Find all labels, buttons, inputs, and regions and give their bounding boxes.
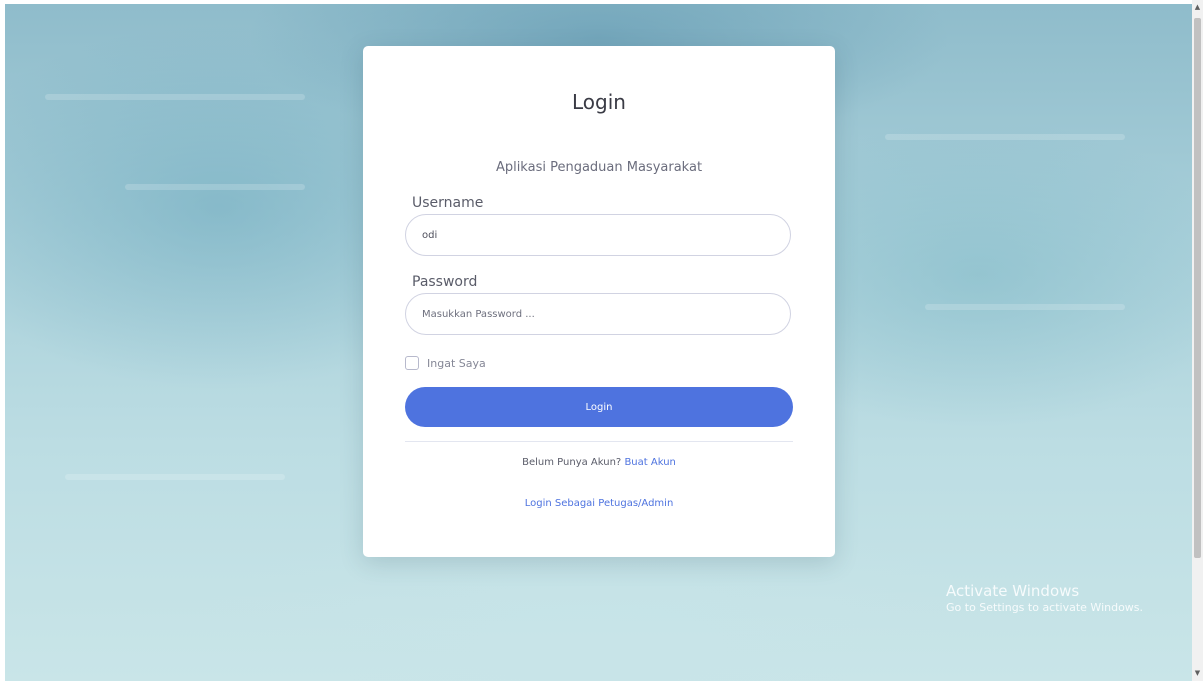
watermark-title: Activate Windows	[946, 582, 1080, 600]
background-streak	[125, 184, 305, 190]
remember-me[interactable]: Ingat Saya	[405, 355, 486, 371]
background-streak	[885, 134, 1125, 140]
login-card: Login Aplikasi Pengaduan Masyarakat User…	[363, 46, 835, 557]
watermark-subtitle: Go to Settings to activate Windows.	[946, 601, 1144, 614]
register-prompt-text: Belum Punya Akun?	[522, 457, 622, 468]
admin-login-row: Login Sebagai Petugas/Admin	[363, 498, 835, 509]
password-input[interactable]	[405, 293, 791, 335]
divider	[405, 441, 793, 442]
remember-label: Ingat Saya	[427, 356, 486, 370]
register-prompt: Belum Punya Akun? Buat Akun	[363, 457, 835, 468]
page-title: Login	[572, 90, 626, 114]
background-streak	[65, 474, 285, 480]
background-streak	[45, 94, 305, 100]
remember-checkbox[interactable]	[405, 356, 419, 370]
username-label: Username	[412, 195, 484, 211]
scroll-down-icon[interactable]: ▼	[1192, 668, 1203, 678]
scrollbar-thumb[interactable]	[1194, 18, 1201, 558]
create-account-link[interactable]: Buat Akun	[624, 457, 675, 468]
password-label: Password	[412, 274, 478, 290]
username-input[interactable]	[405, 214, 791, 256]
scroll-up-icon[interactable]: ▲	[1192, 2, 1203, 12]
page-background: Login Aplikasi Pengaduan Masyarakat User…	[5, 4, 1192, 681]
admin-login-link[interactable]: Login Sebagai Petugas/Admin	[525, 498, 674, 509]
login-button[interactable]: Login	[405, 387, 793, 427]
activate-windows-watermark: Activate Windows Go to Settings to activ…	[946, 582, 1143, 616]
vertical-scrollbar[interactable]: ▲ ▼	[1192, 0, 1203, 681]
background-streak	[925, 304, 1125, 310]
app-subtitle: Aplikasi Pengaduan Masyarakat	[495, 160, 703, 175]
